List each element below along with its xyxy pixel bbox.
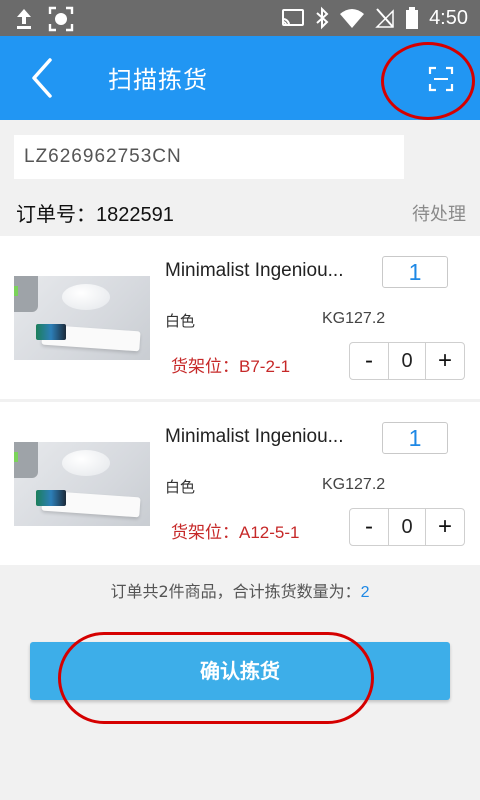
shelf-location: 货架位：A12-5-1: [171, 518, 299, 543]
back-button[interactable]: [24, 54, 64, 102]
quantity-box: 1: [382, 422, 448, 454]
product-image: [14, 442, 150, 526]
picked-quantity[interactable]: 0: [388, 509, 426, 545]
shelf-location-label: 货架位：: [171, 357, 239, 377]
upload-icon: [17, 9, 31, 29]
cast-icon: [282, 9, 305, 26]
decrement-button[interactable]: -: [350, 343, 388, 379]
increment-button[interactable]: +: [426, 343, 464, 379]
screen-record-icon: [48, 6, 74, 32]
no-sim-icon: [375, 8, 394, 28]
pick-quantity-stepper: - 0 +: [349, 342, 465, 380]
wifi-icon: [340, 9, 365, 28]
product-color: 白色: [165, 478, 196, 496]
summary-total: 2: [360, 584, 370, 601]
summary-text: 订单共2件商品，合计拣货数量为：: [110, 582, 361, 601]
pick-quantity-stepper: - 0 +: [349, 508, 465, 546]
app-header: 扫描拣货: [0, 36, 480, 120]
product-card: Minimalist Ingeniou... 1 白色 KG127.2 货架位：…: [0, 236, 480, 399]
order-number-label: 订单号：1822591: [16, 198, 174, 227]
product-image: [14, 276, 150, 360]
order-status: 待处理: [412, 204, 466, 225]
decrement-button[interactable]: -: [350, 509, 388, 545]
chevron-left-icon: [32, 58, 52, 98]
increment-button[interactable]: +: [426, 509, 464, 545]
shelf-location: 货架位：B7-2-1: [171, 352, 290, 377]
confirm-pick-button[interactable]: 确认拣货: [30, 642, 450, 700]
shelf-location-value: A12-5-1: [239, 523, 300, 542]
status-bar: 4:50: [0, 0, 480, 36]
clock: 4:50: [429, 7, 468, 29]
order-info: 订单号：1822591 待处理: [0, 190, 480, 234]
battery-icon: [406, 7, 419, 29]
order-label-text: 订单号：: [16, 202, 96, 226]
scan-frame-icon: [428, 66, 454, 92]
order-summary: 订单共2件商品，合计拣货数量为：2: [0, 578, 480, 602]
scan-button[interactable]: [428, 66, 454, 92]
product-name: Minimalist Ingeniou...: [165, 260, 344, 281]
product-card: Minimalist Ingeniou... 1 白色 KG127.2 货架位：…: [0, 402, 480, 565]
shelf-location-value: B7-2-1: [239, 357, 291, 376]
product-color: 白色: [165, 312, 196, 330]
tracking-section: [0, 120, 480, 188]
page-title: 扫描拣货: [108, 66, 208, 94]
order-number: 1822591: [96, 204, 174, 226]
shelf-location-label: 货架位：: [171, 523, 239, 543]
picked-quantity[interactable]: 0: [388, 343, 426, 379]
product-name: Minimalist Ingeniou...: [165, 426, 344, 447]
quantity-box: 1: [382, 256, 448, 288]
product-sku: KG127.2: [322, 310, 386, 327]
bluetooth-icon: [316, 6, 329, 30]
tracking-number-input[interactable]: [14, 135, 404, 179]
product-sku: KG127.2: [322, 476, 386, 493]
